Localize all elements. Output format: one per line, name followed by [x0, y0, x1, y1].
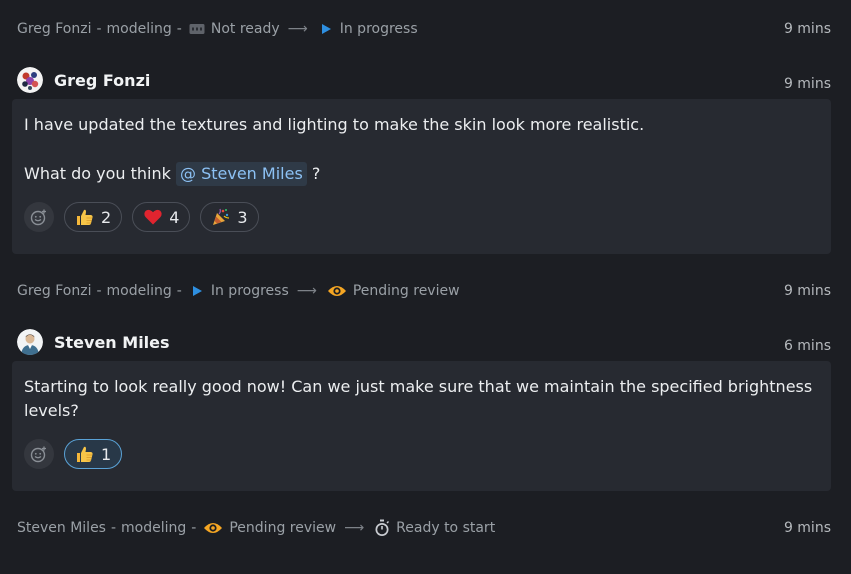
- reaction-heart[interactable]: 4: [132, 202, 191, 232]
- thumbs-up-icon: [75, 444, 95, 464]
- reaction-count: 1: [101, 444, 112, 464]
- comment-paragraph: What do you think @ Steven Miles ?: [24, 162, 819, 186]
- status-change-event: Greg Fonzi - modeling - Not ready ⟶ In prog…: [0, 14, 851, 44]
- comment-author[interactable]: Greg Fonzi: [54, 71, 150, 90]
- add-reaction-button[interactable]: [24, 439, 54, 469]
- comment-author[interactable]: Steven Miles: [54, 333, 170, 352]
- from-status: Pending review: [203, 520, 336, 536]
- comment-body: I have updated the textures and lighting…: [24, 113, 819, 186]
- comment-card: Starting to look really good now! Can we…: [12, 361, 831, 491]
- heart-icon: [143, 207, 163, 227]
- event-task[interactable]: modeling: [107, 283, 172, 299]
- reaction-count: 4: [169, 207, 180, 227]
- reaction-thumbs-up[interactable]: 2: [64, 202, 123, 232]
- separator: -: [191, 520, 197, 536]
- to-status: In progress: [318, 21, 418, 37]
- avatar[interactable]: [17, 329, 43, 355]
- comment-paragraph: Starting to look really good now! Can we…: [24, 377, 813, 420]
- play-icon: [189, 283, 205, 299]
- to-status-label: Pending review: [352, 283, 460, 299]
- to-status-label: Ready to start: [396, 520, 496, 536]
- from-status: Not ready: [189, 21, 280, 37]
- to-status: Ready to start: [374, 519, 496, 536]
- event-task[interactable]: modeling: [107, 21, 172, 37]
- reaction-count: 2: [101, 207, 112, 227]
- separator: -: [176, 21, 182, 37]
- reaction-bar: 2 4 3: [24, 202, 819, 232]
- reaction-party-popper[interactable]: 3: [200, 202, 259, 232]
- comment-header: Greg Fonzi 9 mins: [0, 65, 851, 95]
- event-time: 9 mins: [783, 520, 831, 536]
- status-change-event: Greg Fonzi - modeling - In progress ⟶ Pendi…: [0, 276, 851, 306]
- from-status: In progress: [189, 283, 289, 299]
- from-status-label: Not ready: [210, 21, 280, 37]
- event-time: 9 mins: [783, 283, 831, 299]
- to-status-label: In progress: [339, 21, 418, 37]
- play-icon: [318, 21, 334, 37]
- arrow-right-icon: ⟶: [287, 21, 308, 37]
- comment-paragraph: I have updated the textures and lighting…: [24, 115, 645, 134]
- smiley-plus-icon: [30, 209, 46, 226]
- comment-header: Steven Miles 6 mins: [0, 327, 851, 357]
- from-status-label: Pending review: [229, 520, 337, 536]
- from-status-label: In progress: [210, 283, 289, 299]
- user-mention[interactable]: @ Steven Miles: [176, 162, 307, 186]
- reaction-thumbs-up[interactable]: 1: [64, 439, 123, 469]
- comment-time: 6 mins: [783, 338, 831, 354]
- event-time: 9 mins: [783, 21, 831, 37]
- separator: -: [96, 21, 102, 37]
- event-author[interactable]: Steven Miles: [17, 520, 106, 536]
- separator: -: [176, 283, 182, 299]
- reaction-count: 3: [237, 207, 248, 227]
- activity-feed: Greg Fonzi - modeling - Not ready ⟶ In prog…: [0, 0, 851, 574]
- avatar[interactable]: [17, 67, 43, 93]
- add-reaction-button[interactable]: [24, 202, 54, 232]
- arrow-right-icon: ⟶: [296, 283, 317, 299]
- thumbs-up-icon: [75, 207, 95, 227]
- separator: -: [96, 283, 102, 299]
- comment-card: I have updated the textures and lighting…: [12, 99, 831, 254]
- separator: -: [110, 520, 117, 536]
- stopwatch-icon: [374, 519, 390, 536]
- eye-icon: [203, 520, 223, 536]
- comment-time: 9 mins: [783, 76, 831, 92]
- event-author[interactable]: Greg Fonzi: [17, 283, 91, 299]
- comment-text-segment: ?: [311, 164, 321, 183]
- not-ready-icon: [189, 21, 205, 37]
- event-task[interactable]: modeling: [121, 520, 186, 536]
- event-author[interactable]: Greg Fonzi: [17, 21, 91, 37]
- party-popper-icon: [211, 207, 231, 227]
- smiley-plus-icon: [30, 446, 46, 463]
- eye-icon: [327, 283, 347, 299]
- to-status: Pending review: [327, 283, 460, 299]
- arrow-right-icon: ⟶: [344, 520, 365, 536]
- status-change-event: Steven Miles - modeling - Pending review ⟶ …: [0, 513, 851, 543]
- comment-text-segment: What do you think: [24, 164, 171, 183]
- reaction-bar: 1: [24, 439, 819, 469]
- comment-body: Starting to look really good now! Can we…: [24, 375, 819, 423]
